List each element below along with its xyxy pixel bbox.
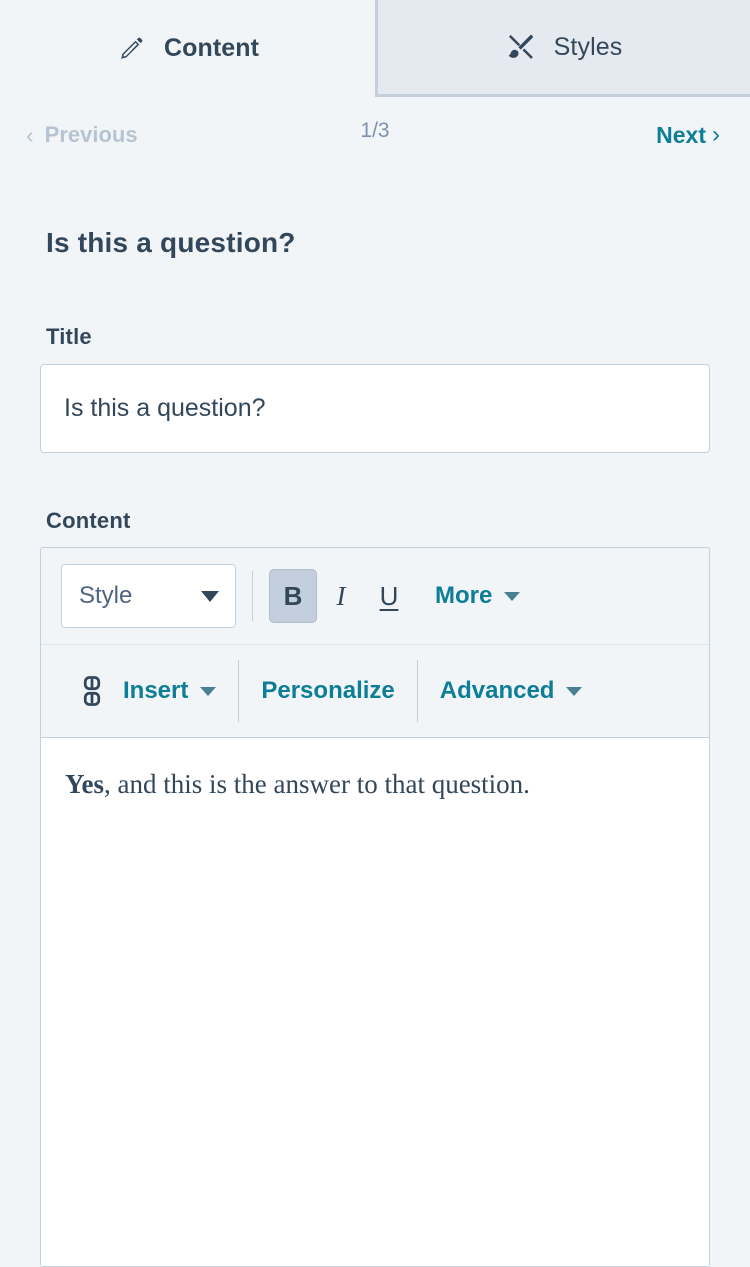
advanced-label: Advanced bbox=[439, 677, 555, 704]
style-dropdown-value: Style bbox=[79, 582, 133, 609]
style-dropdown[interactable]: Style bbox=[61, 564, 236, 628]
next-button[interactable]: Next › bbox=[656, 122, 720, 149]
more-label: More bbox=[435, 582, 493, 609]
chevron-left-icon: ‹ bbox=[26, 121, 34, 148]
editor-paragraph: Yes, and this is the answer to that ques… bbox=[65, 766, 685, 802]
editor-canvas[interactable]: Yes, and this is the answer to that ques… bbox=[41, 737, 709, 1266]
toolbar-divider bbox=[238, 660, 240, 722]
tab-styles[interactable]: Styles bbox=[375, 0, 750, 97]
tab-content[interactable]: Content bbox=[0, 0, 375, 97]
pager: ‹ Previous 1/3 Next › bbox=[0, 97, 750, 173]
chevron-down-icon bbox=[504, 591, 521, 601]
page-body: Is this a question? Title Content Style … bbox=[0, 227, 750, 1267]
link-icon[interactable] bbox=[79, 675, 105, 707]
content-field-label: Content bbox=[46, 508, 131, 533]
paintbrush-icon bbox=[506, 32, 536, 62]
personalize-label: Personalize bbox=[261, 677, 395, 704]
tab-content-label: Content bbox=[163, 34, 260, 62]
pencil-icon bbox=[116, 34, 146, 64]
chevron-down-icon bbox=[201, 590, 219, 602]
tab-styles-label: Styles bbox=[553, 32, 623, 61]
editor-toolbar-row-1: Style B I U More bbox=[41, 548, 709, 644]
insert-label: Insert bbox=[123, 677, 189, 704]
title-field-label: Title bbox=[46, 324, 92, 349]
tab-strip: Content Styles bbox=[0, 0, 750, 97]
more-dropdown[interactable]: More bbox=[435, 582, 521, 610]
chevron-down-icon bbox=[200, 686, 217, 696]
toolbar-divider bbox=[252, 571, 253, 621]
bold-button[interactable]: B bbox=[269, 569, 317, 623]
personalize-button[interactable]: Personalize bbox=[261, 677, 394, 705]
italic-button[interactable]: I bbox=[317, 569, 365, 623]
previous-button[interactable]: ‹ Previous bbox=[26, 122, 138, 148]
underline-button[interactable]: U bbox=[365, 569, 413, 623]
editor-bold-lead: Yes bbox=[65, 769, 104, 799]
editor-toolbar-row-2: Insert Personalize Advanced bbox=[41, 644, 709, 737]
editor-rest-text: , and this is the answer to that questio… bbox=[104, 769, 530, 799]
chevron-down-icon bbox=[566, 686, 583, 696]
title-input[interactable] bbox=[40, 364, 710, 453]
chevron-right-icon: › bbox=[712, 121, 720, 148]
previous-label: Previous bbox=[44, 122, 138, 147]
rich-text-editor: Style B I U More Insert Personalize Adva… bbox=[40, 547, 710, 1267]
insert-dropdown[interactable]: Insert bbox=[123, 677, 217, 705]
toolbar-divider bbox=[416, 660, 418, 722]
page-title: Is this a question? bbox=[46, 227, 296, 258]
next-label: Next bbox=[656, 121, 706, 148]
advanced-dropdown[interactable]: Advanced bbox=[440, 677, 583, 705]
